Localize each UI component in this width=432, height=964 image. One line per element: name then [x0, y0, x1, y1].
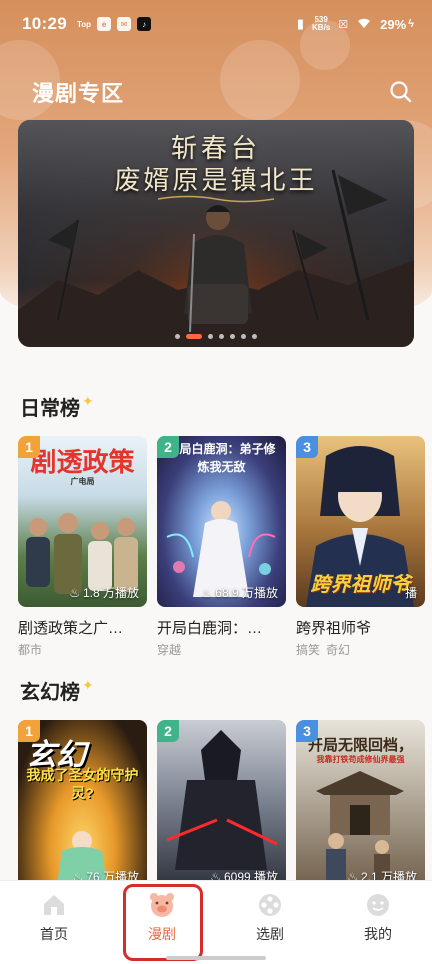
- pagination-dot[interactable]: [241, 334, 246, 339]
- flame-icon: ♨: [69, 585, 80, 600]
- search-button[interactable]: [386, 77, 416, 107]
- cover-title: 跨界祖师爷: [310, 574, 411, 596]
- drama-card[interactable]: 玄幻 我成了圣女的守护灵? 1 ♨ 76 万播放: [18, 720, 147, 891]
- drama-tag: 都市: [18, 643, 43, 657]
- rank-badge: 2: [157, 436, 179, 458]
- network-speed: 539 KB/s: [312, 16, 330, 32]
- home-icon: [44, 894, 64, 915]
- drama-title: 剧透政策之广…: [18, 620, 124, 637]
- drama-cover: 玄幻 我成了圣女的守护灵? 1 ♨ 76 万播放: [18, 720, 147, 891]
- nav-label: 我的: [364, 925, 392, 942]
- nav-profile[interactable]: 我的: [324, 881, 432, 964]
- drama-card[interactable]: 剧透政策 广电局 1 ♨ 1.8 万播放 剧透政策之广… 都市: [18, 436, 147, 658]
- page-title: 漫剧专区: [32, 81, 125, 106]
- drama-cover: 剧透政策 广电局 1 ♨ 1.8 万播放: [18, 436, 147, 607]
- status-indicators: ▮ 539 KB/s ☒ 29% ϟ: [297, 16, 414, 32]
- section-title-daily: 日常榜 ✦: [20, 392, 94, 421]
- cover-subtitle: 我靠打铁苟成修仙界最强: [316, 755, 405, 764]
- sparkle-icon: ✦: [82, 393, 94, 409]
- nav-label: 选剧: [256, 925, 284, 942]
- drama-cover: 开局白鹿洞：弟子修炼我无敌 2 ♨ 68.9 万播放: [157, 436, 286, 607]
- nav-label: 首页: [40, 925, 68, 942]
- drama-card[interactable]: 2 ♨ 6099 播放: [157, 720, 286, 891]
- cover-dark-armor-art: [166, 730, 278, 870]
- vibrate-icon: ▮: [296, 16, 305, 31]
- featured-banner[interactable]: 斩春台 废婿原是镇北王: [18, 120, 414, 347]
- status-time: 10:29: [22, 14, 67, 33]
- flame-icon: ♨: [201, 585, 213, 600]
- drama-title: 跨界祖师爷: [296, 620, 372, 637]
- drama-tag: 奇幻: [326, 643, 351, 657]
- pagination-dot[interactable]: [208, 334, 213, 339]
- play-count-text: 68.9 万播放: [215, 586, 278, 600]
- sim-icon: ☒: [338, 18, 349, 31]
- rank-badge: 1: [18, 436, 40, 458]
- pagination-dot[interactable]: [252, 334, 257, 339]
- profile-icon: [367, 893, 389, 916]
- app-e-icon: e: [97, 17, 112, 31]
- nav-label: 漫剧: [148, 925, 176, 942]
- header-title-row: 漫剧专区: [32, 72, 416, 112]
- play-count-text: 1.8 万播放: [82, 586, 139, 600]
- banner-pagination: [18, 334, 414, 339]
- tiktok-icon: ♪: [137, 17, 152, 31]
- rank-badge: 2: [157, 720, 179, 742]
- top-app-icon: Top: [76, 19, 92, 29]
- section-title-text: 日常榜: [20, 398, 80, 420]
- fantasy-ranking-list: 玄幻 我成了圣女的守护灵? 1 ♨ 76 万播放 2 ♨ 6099 播放 开局无…: [18, 720, 425, 891]
- nav-home[interactable]: 首页: [0, 881, 108, 964]
- cover-subtitle: 广电局: [70, 477, 95, 486]
- drama-title: 开局白鹿洞：…: [157, 620, 263, 637]
- battery-percent: 29%: [380, 16, 407, 32]
- nav-select-drama[interactable]: 选剧: [216, 881, 324, 964]
- play-count: 播: [405, 584, 417, 601]
- cover-subtitle: 我成了圣女的守护灵?: [26, 767, 139, 801]
- rank-badge: 1: [18, 720, 40, 742]
- banner-title-line2: 废婿原是镇北王: [114, 166, 318, 196]
- play-count: ♨ 68.9 万播放: [202, 584, 278, 601]
- banner-warrior-figure: [184, 205, 252, 333]
- pagination-dot[interactable]: [219, 334, 224, 339]
- drama-tags: 都市: [18, 641, 147, 658]
- cover-title: 开局无限回档，: [307, 737, 413, 754]
- drama-tag: 搞笑: [296, 643, 321, 657]
- rank-badge: 3: [296, 720, 318, 742]
- cover-title: 开局白鹿洞：弟子修炼我无敌: [167, 442, 276, 474]
- drama-tags: 搞笑 奇幻: [296, 641, 425, 658]
- film-reel-icon: [259, 893, 281, 916]
- app-screen: 10:29 Top e ✉ ♪ ▮ 539 KB/s ☒ 29% ϟ 漫剧专区: [0, 0, 432, 964]
- daily-ranking-list: 剧透政策 广电局 1 ♨ 1.8 万播放 剧透政策之广… 都市 开局白鹿洞：弟子修…: [18, 436, 425, 658]
- drama-tag: 穿越: [157, 643, 182, 657]
- pig-icon: [150, 892, 174, 917]
- play-count-text: 播: [404, 586, 417, 600]
- pagination-dot-active[interactable]: [186, 334, 202, 339]
- drama-tags: 穿越: [157, 641, 286, 658]
- drama-cover: 跨界祖师爷 3 播: [296, 436, 425, 607]
- nav-manju[interactable]: 漫剧: [108, 881, 216, 964]
- drama-cover: 开局无限回档， 我靠打铁苟成修仙界最强 3 ♨ 2.1 万播放: [296, 720, 425, 891]
- home-indicator[interactable]: [166, 956, 266, 960]
- wifi-icon: [356, 17, 372, 32]
- pagination-dot[interactable]: [175, 334, 180, 339]
- drama-card[interactable]: 跨界祖师爷 3 播 跨界祖师爷 搞笑 奇幻: [296, 436, 425, 658]
- drama-cover: 2 ♨ 6099 播放: [157, 720, 286, 891]
- status-bar: 10:29 Top e ✉ ♪ ▮ 539 KB/s ☒ 29% ϟ: [0, 0, 432, 48]
- drama-card[interactable]: 开局无限回档， 我靠打铁苟成修仙界最强 3 ♨ 2.1 万播放: [296, 720, 425, 891]
- play-count: ♨ 1.8 万播放: [69, 584, 139, 601]
- cover-title: 剧透政策: [30, 448, 135, 478]
- battery-indicator: 29% ϟ: [380, 17, 414, 32]
- status-app-icons: Top e ✉ ♪: [76, 17, 152, 31]
- section-title-text: 玄幻榜: [20, 682, 80, 704]
- bottom-navigation: 首页 漫剧 选剧 我的: [0, 880, 432, 964]
- pagination-dot[interactable]: [230, 334, 235, 339]
- mail-icon: ✉: [117, 17, 132, 31]
- charging-icon: ϟ: [408, 18, 414, 30]
- drama-card[interactable]: 开局白鹿洞：弟子修炼我无敌 2 ♨ 68.9 万播放 开局白鹿洞：… 穿越: [157, 436, 286, 658]
- sparkle-icon: ✦: [82, 677, 94, 693]
- section-title-fantasy: 玄幻榜 ✦: [20, 676, 94, 705]
- net-speed-unit: KB/s: [312, 23, 331, 32]
- search-icon: [390, 81, 412, 103]
- rank-badge: 3: [296, 436, 318, 458]
